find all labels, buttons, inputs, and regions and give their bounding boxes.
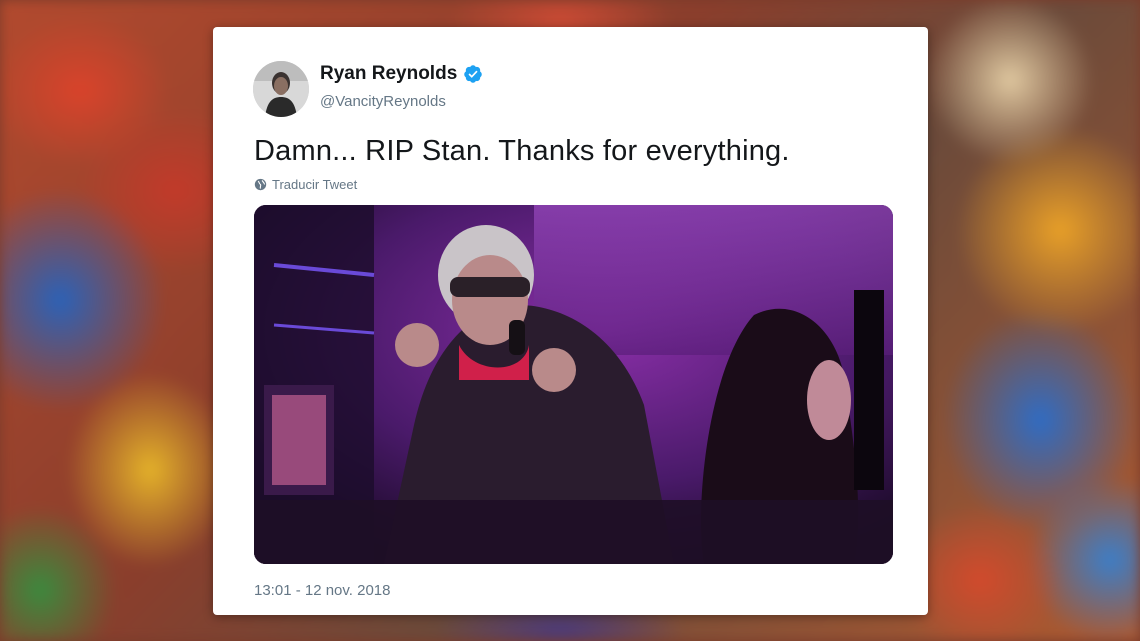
- translate-link[interactable]: Traducir Tweet: [254, 177, 357, 192]
- verified-badge-icon: [464, 65, 483, 83]
- author-handle[interactable]: @VancityReynolds: [320, 93, 446, 110]
- author-name[interactable]: Ryan Reynolds: [320, 63, 457, 85]
- avatar[interactable]: [253, 61, 309, 117]
- translate-label[interactable]: Traducir Tweet: [272, 177, 357, 192]
- author-row: Ryan Reynolds: [320, 63, 483, 85]
- tweet-card: Ryan Reynolds @VancityReynolds Damn... R…: [213, 27, 928, 615]
- globe-icon: [254, 178, 267, 191]
- tweet-text: Damn... RIP Stan. Thanks for everything.: [254, 135, 790, 167]
- tweet-media-image[interactable]: [254, 205, 893, 564]
- tweet-timestamp[interactable]: 13:01 - 12 nov. 2018: [254, 582, 391, 599]
